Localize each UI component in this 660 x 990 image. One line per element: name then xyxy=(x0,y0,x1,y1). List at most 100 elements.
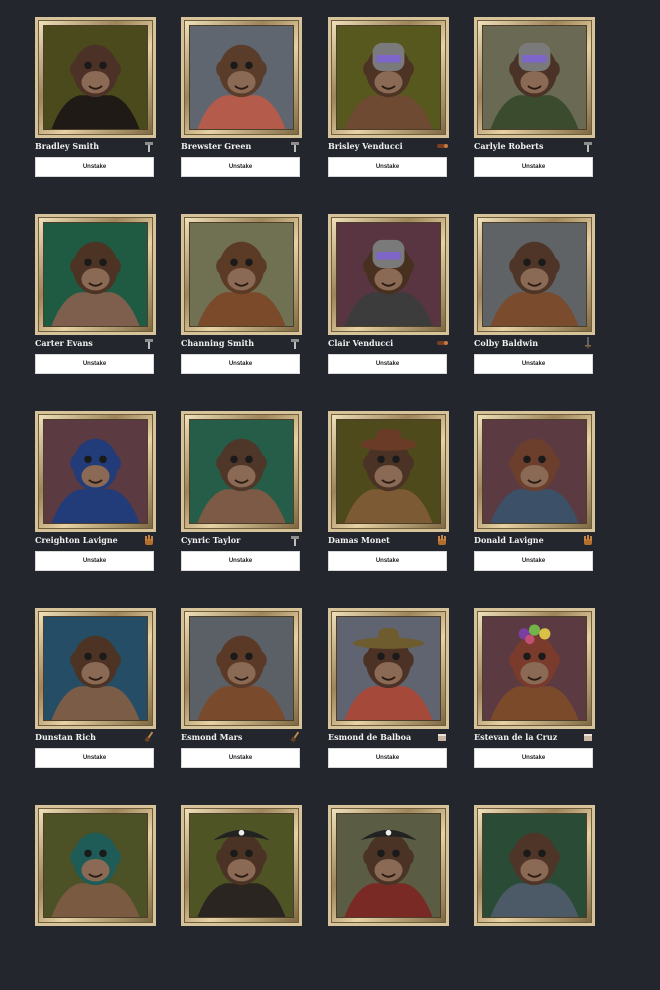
ape-portrait-image xyxy=(336,616,441,721)
nft-portrait-frame[interactable] xyxy=(328,411,449,532)
ape-portrait-image xyxy=(482,616,587,721)
nft-name: Donald Lavigne xyxy=(474,535,544,545)
unstake-button[interactable]: Unstake xyxy=(181,354,300,374)
unstake-button[interactable]: Unstake xyxy=(35,748,154,768)
unstake-button[interactable]: Unstake xyxy=(35,551,154,571)
nft-name: Bradley Smith xyxy=(35,141,100,151)
unstake-button[interactable]: Unstake xyxy=(328,157,447,177)
nft-card: Clair Venducci Unstake xyxy=(328,214,449,399)
unstake-button[interactable]: Unstake xyxy=(328,551,447,571)
nft-portrait-frame[interactable] xyxy=(328,17,449,138)
nft-card: Brewster Green Unstake xyxy=(181,17,302,202)
unstake-button[interactable]: Unstake xyxy=(181,748,300,768)
nft-card: Estevan de la Cruz Unstake xyxy=(474,608,595,793)
nft-card xyxy=(35,805,156,990)
nft-name: Brewster Green xyxy=(181,141,252,151)
ape-portrait-image xyxy=(189,813,294,918)
brush-icon xyxy=(143,731,155,743)
nft-portrait-frame[interactable] xyxy=(474,805,595,926)
ape-portrait-image xyxy=(189,222,294,327)
log-icon xyxy=(436,337,448,349)
nft-name: Damas Monet xyxy=(328,535,390,545)
brush-icon xyxy=(289,731,301,743)
ape-portrait-image xyxy=(43,616,148,721)
unstake-button[interactable]: Unstake xyxy=(474,748,593,768)
nft-card: Cynric Taylor Unstake xyxy=(181,411,302,596)
nft-portrait-frame[interactable] xyxy=(181,805,302,926)
nft-name: Creighton Lavigne xyxy=(35,535,118,545)
unstake-button[interactable]: Unstake xyxy=(328,354,447,374)
ape-portrait-image xyxy=(336,813,441,918)
nft-card: Donald Lavigne Unstake xyxy=(474,411,595,596)
ape-portrait-image xyxy=(43,813,148,918)
nft-portrait-frame[interactable] xyxy=(181,214,302,335)
glove-icon xyxy=(582,534,594,546)
unstake-button[interactable]: Unstake xyxy=(474,157,593,177)
nft-name: Esmond de Balboa xyxy=(328,732,412,742)
nft-portrait-frame[interactable] xyxy=(35,214,156,335)
ape-portrait-image xyxy=(482,813,587,918)
nft-portrait-frame[interactable] xyxy=(35,411,156,532)
drum-icon xyxy=(582,731,594,743)
hammer-icon xyxy=(289,534,301,546)
nft-portrait-frame[interactable] xyxy=(328,608,449,729)
hammer-icon xyxy=(143,337,155,349)
nft-card: Damas Monet Unstake xyxy=(328,411,449,596)
glove-icon xyxy=(436,534,448,546)
unstake-button[interactable]: Unstake xyxy=(328,748,447,768)
log-icon xyxy=(436,140,448,152)
nft-name: Brisley Venducci xyxy=(328,141,403,151)
nft-name: Colby Baldwin xyxy=(474,338,539,348)
unstake-button[interactable]: Unstake xyxy=(35,157,154,177)
ape-portrait-image xyxy=(43,25,148,130)
ape-portrait-image xyxy=(336,222,441,327)
nft-card: Channing Smith Unstake xyxy=(181,214,302,399)
nft-card: Carlyle Roberts Unstake xyxy=(474,17,595,202)
ape-portrait-image xyxy=(336,419,441,524)
ape-portrait-image xyxy=(189,25,294,130)
nft-card: Dunstan Rich Unstake xyxy=(35,608,156,793)
nft-card: Esmond Mars Unstake xyxy=(181,608,302,793)
drum-icon xyxy=(436,731,448,743)
scrollbar-track[interactable] xyxy=(648,0,660,928)
nft-card xyxy=(474,805,595,990)
nft-name: Carter Evans xyxy=(35,338,93,348)
unstake-button[interactable]: Unstake xyxy=(35,354,154,374)
ape-portrait-image xyxy=(482,419,587,524)
nft-name: Carlyle Roberts xyxy=(474,141,544,151)
unstake-button[interactable]: Unstake xyxy=(474,551,593,571)
sword-icon xyxy=(582,337,594,349)
ape-portrait-image xyxy=(43,419,148,524)
ape-portrait-image xyxy=(189,419,294,524)
nft-name: Estevan de la Cruz xyxy=(474,732,558,742)
nft-portrait-frame[interactable] xyxy=(474,214,595,335)
nft-portrait-frame[interactable] xyxy=(474,608,595,729)
nft-name: Esmond Mars xyxy=(181,732,243,742)
ape-portrait-image xyxy=(43,222,148,327)
nft-portrait-frame[interactable] xyxy=(35,805,156,926)
nft-portrait-frame[interactable] xyxy=(181,608,302,729)
nft-portrait-frame[interactable] xyxy=(474,411,595,532)
nft-portrait-frame[interactable] xyxy=(35,17,156,138)
hammer-icon xyxy=(289,337,301,349)
nft-portrait-frame[interactable] xyxy=(181,411,302,532)
nft-card: Colby Baldwin Unstake xyxy=(474,214,595,399)
unstake-button[interactable]: Unstake xyxy=(181,157,300,177)
unstake-button[interactable]: Unstake xyxy=(181,551,300,571)
ape-portrait-image xyxy=(482,25,587,130)
nft-portrait-frame[interactable] xyxy=(474,17,595,138)
ape-portrait-image xyxy=(189,616,294,721)
hammer-icon xyxy=(143,140,155,152)
nft-card: Carter Evans Unstake xyxy=(35,214,156,399)
nft-portrait-frame[interactable] xyxy=(328,805,449,926)
nft-portrait-frame[interactable] xyxy=(181,17,302,138)
nft-portrait-frame[interactable] xyxy=(35,608,156,729)
staked-nft-grid: Bradley Smith Unstake Brewster Green Unsta… xyxy=(0,0,660,928)
nft-card: Bradley Smith Unstake xyxy=(35,17,156,202)
nft-portrait-frame[interactable] xyxy=(328,214,449,335)
ape-portrait-image xyxy=(482,222,587,327)
nft-card xyxy=(328,805,449,990)
nft-card: Brisley Venducci Unstake xyxy=(328,17,449,202)
nft-card xyxy=(181,805,302,990)
unstake-button[interactable]: Unstake xyxy=(474,354,593,374)
